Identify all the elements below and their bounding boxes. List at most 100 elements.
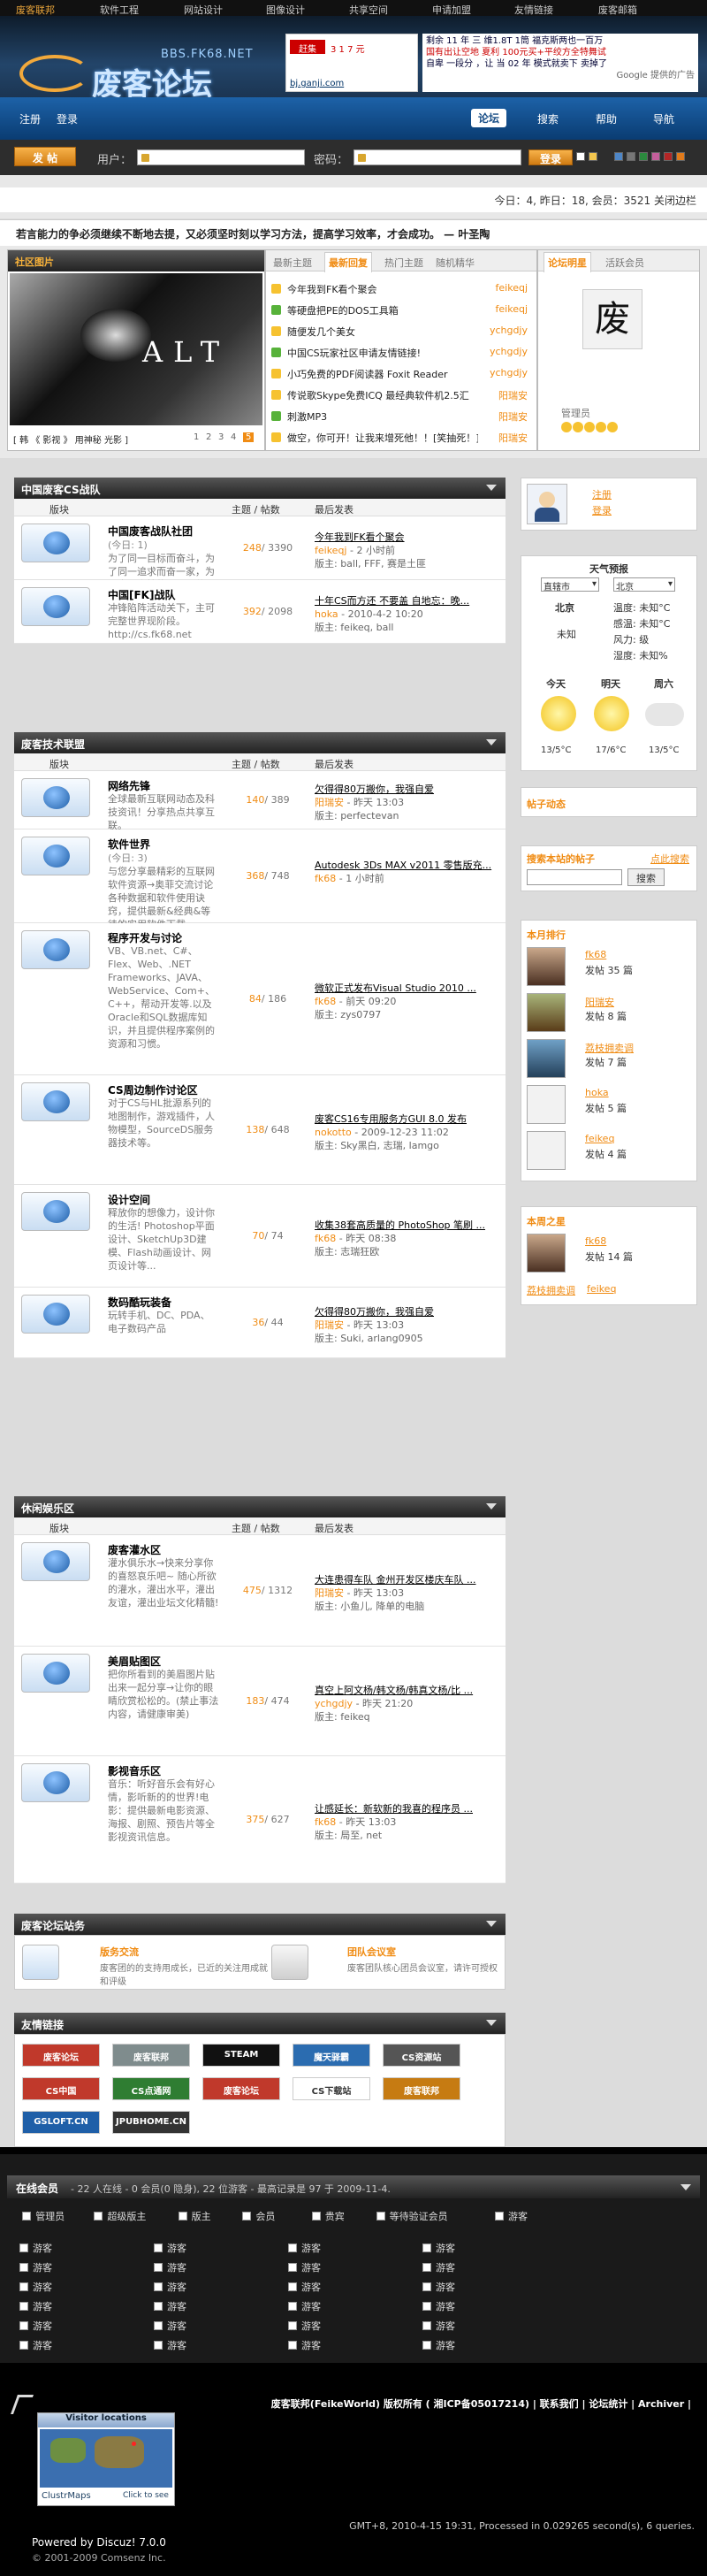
rank-name[interactable]: 荔枝拥卖调 <box>585 1041 634 1055</box>
station-forum-1[interactable]: 版务交流 <box>100 1945 139 1959</box>
forum-icon[interactable] <box>21 587 90 626</box>
collapse-icon[interactable] <box>486 2020 497 2026</box>
thread-title[interactable]: 等硬盘把PE的DOS工具箱 <box>287 303 478 317</box>
top-link-8[interactable]: 废客邮箱 <box>598 3 637 17</box>
thread-author[interactable]: feikeqj <box>496 303 528 315</box>
collapse-icon[interactable] <box>486 1503 497 1510</box>
online-guest[interactable]: 游客 <box>154 2299 186 2313</box>
online-guest[interactable]: 游客 <box>288 2338 321 2352</box>
rank-avatar[interactable] <box>527 1131 566 1170</box>
online-guest[interactable]: 游客 <box>19 2241 52 2255</box>
tab-latest-replies[interactable]: 最新回复 <box>324 252 372 272</box>
forum-icon[interactable] <box>21 1295 90 1334</box>
tab-random-digest[interactable]: 随机精华 <box>436 256 475 270</box>
city-select[interactable]: 北京 ▾ <box>613 577 675 592</box>
last-post-title[interactable]: 大连患得车队 金州开发区楼庆车队 ... <box>315 1573 502 1586</box>
thread-author[interactable]: feikeqj <box>496 282 528 294</box>
pic-page-2[interactable]: 2 <box>206 432 211 442</box>
online-guest[interactable]: 游客 <box>288 2299 321 2313</box>
nav-register[interactable]: 注册 <box>19 111 41 126</box>
online-guest[interactable]: 游客 <box>19 2299 52 2313</box>
province-select[interactable]: 直辖市 ▾ <box>541 577 599 592</box>
top-link-6[interactable]: 申请加盟 <box>432 3 471 17</box>
thread-item[interactable]: 今年我到FK看个聚会 feikeqj <box>271 282 531 298</box>
forum-name[interactable]: CS周边制作讨论区 <box>108 1082 198 1097</box>
thread-title[interactable]: 随便发几个美女 <box>287 325 478 339</box>
top-link-5[interactable]: 共享空间 <box>349 3 388 17</box>
thread-title[interactable]: 传说歌Skype免费ICQ 最经典软件机2.5汇 <box>287 388 478 402</box>
collapse-icon[interactable] <box>680 2184 691 2190</box>
thread-title[interactable]: 今年我到FK看个聚会 <box>287 282 478 296</box>
last-post-title[interactable]: 真空上阿文杨/韩文杨/韩真文杨/比 ... <box>315 1684 502 1697</box>
online-guest[interactable]: 游客 <box>422 2299 455 2313</box>
thread-author[interactable]: 阳瑞安 <box>498 388 528 402</box>
online-guest[interactable]: 游客 <box>422 2338 455 2352</box>
nav-login[interactable]: 登录 <box>57 111 78 126</box>
sidebar-search-button[interactable]: 搜索 <box>627 868 665 886</box>
thread-title[interactable]: 做空，你可开！让我来增死他！！[笑抽死！] <box>287 431 478 445</box>
collapse-icon[interactable] <box>486 739 497 745</box>
last-post-user[interactable]: nokotto <box>315 1127 352 1138</box>
online-guest[interactable]: 游客 <box>288 2319 321 2333</box>
nav-search[interactable]: 搜索 <box>537 111 559 126</box>
forum-icon[interactable] <box>21 1082 90 1121</box>
rank-name[interactable]: hoka <box>585 1087 609 1098</box>
login-button[interactable]: 登录 <box>528 149 573 165</box>
forum-name[interactable]: 设计空间 <box>108 1192 150 1207</box>
thread-title[interactable]: 刺激MP3 <box>287 409 478 424</box>
forum-icon[interactable] <box>21 837 90 875</box>
forum-name[interactable]: 网络先锋 <box>108 778 150 793</box>
nav-help[interactable]: 帮助 <box>596 111 617 126</box>
forum-icon[interactable] <box>21 1654 90 1693</box>
friend-link-logo[interactable]: 废客联邦 <box>383 2077 460 2100</box>
week-extra-1[interactable]: 荔枝拥卖调 <box>527 1283 575 1297</box>
top-link-4[interactable]: 图像设计 <box>266 3 305 17</box>
footer-copy[interactable]: 废客联邦(FeikeWorld) 版权所有 ( 湘ICP备05017214) |… <box>271 2396 691 2411</box>
forum-icon[interactable] <box>21 524 90 562</box>
color-swatch[interactable] <box>664 152 673 161</box>
thread-item[interactable]: 传说歌Skype免费ICQ 最经典软件机2.5汇 阳瑞安 <box>271 388 531 404</box>
online-guest[interactable]: 游客 <box>422 2319 455 2333</box>
thread-author[interactable]: 阳瑞安 <box>498 409 528 424</box>
forum-icon[interactable] <box>21 1542 90 1581</box>
username-input[interactable] <box>137 149 305 165</box>
thread-author[interactable]: ychgdjy <box>490 367 528 378</box>
thread-author[interactable]: ychgdjy <box>490 346 528 357</box>
tab-latest-threads[interactable]: 最新主题 <box>273 256 312 270</box>
online-guest[interactable]: 游客 <box>288 2280 321 2294</box>
friend-link-logo[interactable]: 废客论坛 <box>202 2077 280 2100</box>
friend-link-logo[interactable]: 废客论坛 <box>22 2044 100 2067</box>
last-post-title[interactable]: 收集38套高质量的 PhotoShop 笔刷 ... <box>315 1219 502 1232</box>
last-post-user[interactable]: fk68 <box>315 873 336 884</box>
week-star-avatar[interactable] <box>527 1234 566 1273</box>
last-post-title[interactable]: 今年我到FK看个聚会 <box>315 531 502 544</box>
rank-avatar[interactable] <box>527 947 566 986</box>
friend-link-logo[interactable]: 魔天驿霸 <box>293 2044 370 2067</box>
top-link-3[interactable]: 网站设计 <box>184 3 223 17</box>
thread-title[interactable]: 中国CS玩家社区申请友情链接! <box>287 346 478 360</box>
thread-author[interactable]: 阳瑞安 <box>498 431 528 445</box>
online-guest[interactable]: 游客 <box>422 2280 455 2294</box>
ad-banner-right[interactable]: 剩余 11 年 三 维1.8T 1筒 福克斯两也一百万 国有出让空地 夏利 10… <box>422 34 698 92</box>
pic-page-3[interactable]: 3 <box>218 432 224 442</box>
thread-author[interactable]: ychgdjy <box>490 325 528 336</box>
last-post-title[interactable]: 欠得得80万搬你，我强自爱 <box>315 1305 502 1319</box>
online-guest[interactable]: 游客 <box>19 2260 52 2274</box>
last-post-user[interactable]: fk68 <box>315 1233 336 1244</box>
thread-item[interactable]: 小巧免费的PDF阅读器 Foxit Reader ychgdjy <box>271 367 531 383</box>
forum-name[interactable]: 软件世界 <box>108 837 150 852</box>
friend-link-logo[interactable]: 废客联邦 <box>112 2044 190 2067</box>
week-star-name[interactable]: fk68 <box>585 1235 606 1247</box>
online-guest[interactable]: 游客 <box>288 2260 321 2274</box>
online-guest[interactable]: 游客 <box>154 2241 186 2255</box>
thread-item[interactable]: 中国CS玩家社区申请友情链接! ychgdjy <box>271 346 531 362</box>
sidebar-search-input[interactable] <box>527 869 622 885</box>
style-option[interactable] <box>576 152 585 161</box>
site-logo[interactable]: BBS.FK68.NET 废客论坛 <box>12 25 269 103</box>
last-post-user[interactable]: ychgdjy <box>315 1698 353 1709</box>
friend-link-logo[interactable]: CS资源站 <box>383 2044 460 2067</box>
footer-powered[interactable]: Powered by Discuz! 7.0.0 <box>32 2536 166 2549</box>
forum-name[interactable]: 中国[FK]战队 <box>108 587 175 602</box>
last-post-user[interactable]: fk68 <box>315 1816 336 1828</box>
collapse-icon[interactable] <box>486 1921 497 1927</box>
